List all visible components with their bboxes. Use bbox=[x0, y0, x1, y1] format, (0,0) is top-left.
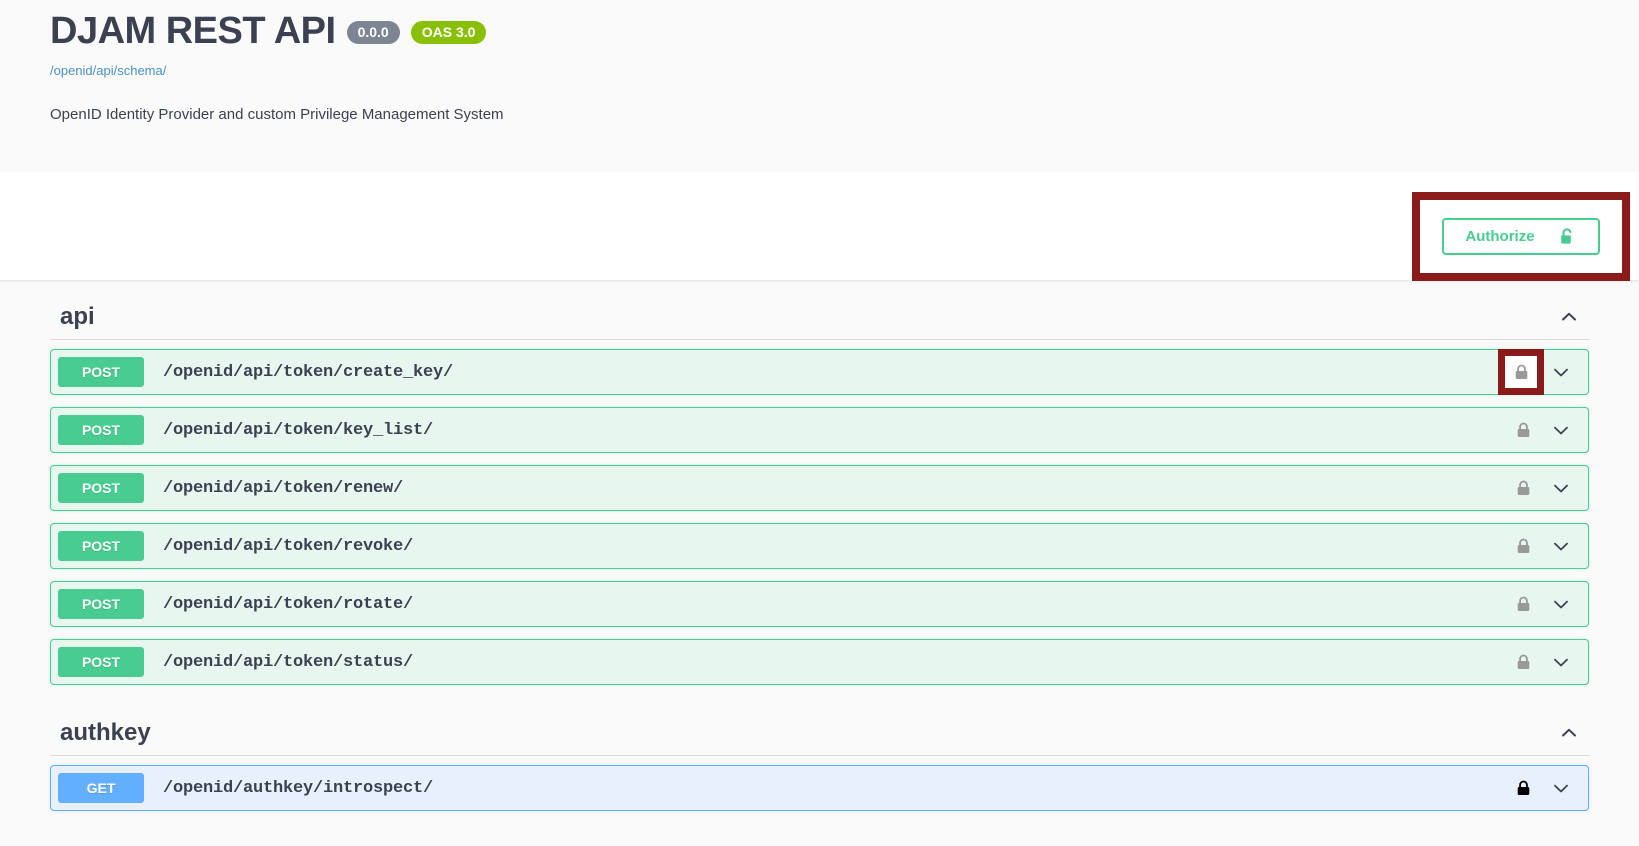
page-title: DJAM REST API bbox=[50, 10, 336, 52]
operation-list: GET/openid/authkey/introspect/ bbox=[50, 756, 1589, 811]
endpoint-path: /openid/api/token/rotate/ bbox=[163, 594, 414, 614]
operations-container: api POST/openid/api/token/create_key/POST… bbox=[0, 281, 1639, 811]
operation-list: POST/openid/api/token/create_key/POST/op… bbox=[50, 340, 1589, 685]
operation-row[interactable]: POST/openid/api/token/rotate/ bbox=[50, 581, 1589, 627]
unlock-icon[interactable] bbox=[1498, 349, 1544, 395]
version-badge: 0.0.0 bbox=[346, 21, 400, 44]
schema-link[interactable]: /openid/api/schema/ bbox=[50, 63, 166, 78]
endpoint-path: /openid/api/token/revoke/ bbox=[163, 536, 414, 556]
chevron-down-icon[interactable] bbox=[1546, 357, 1576, 387]
operation-controls bbox=[1508, 647, 1588, 677]
http-method-badge: POST bbox=[58, 647, 144, 677]
chevron-down-icon[interactable] bbox=[1546, 647, 1576, 677]
unlock-icon[interactable] bbox=[1508, 473, 1538, 503]
operation-controls bbox=[1498, 349, 1588, 395]
operation-controls bbox=[1508, 473, 1588, 503]
operation-row[interactable]: POST/openid/api/token/create_key/ bbox=[50, 349, 1589, 395]
tag-header-api[interactable]: api bbox=[50, 303, 1589, 340]
authorize-button[interactable]: Authorize bbox=[1442, 218, 1600, 255]
tag-header-authkey[interactable]: authkey bbox=[50, 719, 1589, 756]
endpoint-path: /openid/api/token/status/ bbox=[163, 652, 414, 672]
chevron-down-icon[interactable] bbox=[1546, 473, 1576, 503]
http-method-badge: POST bbox=[58, 589, 144, 619]
chevron-down-icon[interactable] bbox=[1546, 773, 1576, 803]
unlock-icon[interactable] bbox=[1508, 589, 1538, 619]
operation-row[interactable]: GET/openid/authkey/introspect/ bbox=[50, 765, 1589, 811]
operation-controls bbox=[1508, 531, 1588, 561]
operation-row[interactable]: POST/openid/api/token/status/ bbox=[50, 639, 1589, 685]
operation-controls bbox=[1508, 415, 1588, 445]
api-info-header: DJAM REST API 0.0.0 OAS 3.0 /openid/api/… bbox=[0, 0, 1639, 172]
operation-row[interactable]: POST/openid/api/token/revoke/ bbox=[50, 523, 1589, 569]
unlock-icon[interactable] bbox=[1508, 415, 1538, 445]
title-row: DJAM REST API 0.0.0 OAS 3.0 bbox=[50, 0, 1589, 54]
endpoint-path: /openid/authkey/introspect/ bbox=[163, 778, 434, 798]
oas-version-badge: OAS 3.0 bbox=[410, 21, 487, 44]
chevron-down-icon[interactable] bbox=[1546, 531, 1576, 561]
http-method-badge: GET bbox=[58, 773, 144, 803]
http-method-badge: POST bbox=[58, 531, 144, 561]
tag-name: authkey bbox=[60, 719, 151, 746]
http-method-badge: POST bbox=[58, 415, 144, 445]
endpoint-path: /openid/api/token/create_key/ bbox=[163, 362, 454, 382]
unlock-icon[interactable] bbox=[1508, 531, 1538, 561]
api-description: OpenID Identity Provider and custom Priv… bbox=[50, 106, 504, 123]
authorize-button-label: Authorize bbox=[1465, 228, 1535, 245]
chevron-up-icon[interactable] bbox=[1559, 723, 1579, 743]
authorize-wrapper: Authorize bbox=[1412, 192, 1630, 281]
http-method-badge: POST bbox=[58, 473, 144, 503]
unlock-icon bbox=[1557, 227, 1577, 247]
chevron-up-icon[interactable] bbox=[1559, 307, 1579, 327]
tag-name: api bbox=[60, 303, 95, 330]
endpoint-path: /openid/api/token/renew/ bbox=[163, 478, 404, 498]
endpoint-path: /openid/api/token/key_list/ bbox=[163, 420, 434, 440]
http-method-badge: POST bbox=[58, 357, 144, 387]
operation-controls bbox=[1508, 589, 1588, 619]
lock-icon[interactable] bbox=[1508, 773, 1538, 803]
chevron-down-icon[interactable] bbox=[1546, 589, 1576, 619]
operation-row[interactable]: POST/openid/api/token/renew/ bbox=[50, 465, 1589, 511]
unlock-icon[interactable] bbox=[1508, 647, 1538, 677]
tag-section-authkey: authkey GET/openid/authkey/introspect/ bbox=[50, 697, 1589, 811]
authorize-band: Authorize bbox=[0, 172, 1639, 281]
operation-controls bbox=[1508, 773, 1588, 803]
operation-row[interactable]: POST/openid/api/token/key_list/ bbox=[50, 407, 1589, 453]
tag-section-api: api POST/openid/api/token/create_key/POST… bbox=[50, 281, 1589, 685]
chevron-down-icon[interactable] bbox=[1546, 415, 1576, 445]
authorize-annotation-box: Authorize bbox=[1412, 192, 1630, 281]
